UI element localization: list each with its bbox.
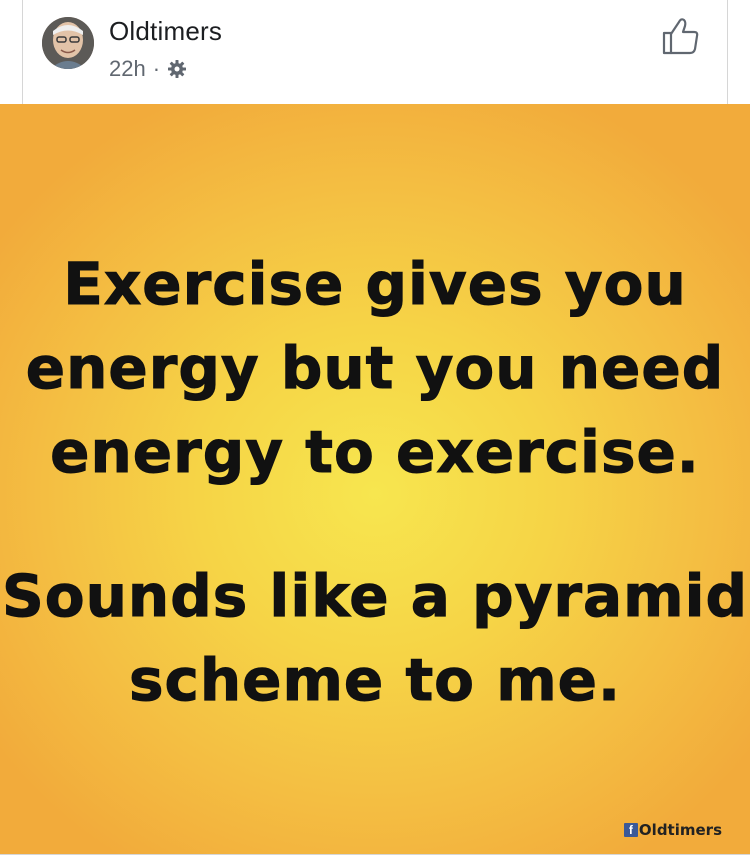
post-image[interactable]: Exercise gives you energy but you need e… — [0, 104, 750, 854]
post-card: Oldtimers 22h · Exercise gives you energ… — [0, 0, 750, 863]
gear-icon — [167, 59, 187, 79]
thumbs-up-icon — [662, 18, 699, 55]
quote-line: energy to exercise. — [50, 418, 700, 487]
quote-block-primary: Exercise gives you energy but you need e… — [0, 242, 750, 494]
quote-block-punchline: Sounds like a pyramid scheme to me. — [0, 554, 750, 722]
quote-line: Exercise gives you — [63, 250, 687, 319]
watermark-text: Oldtimers — [638, 821, 722, 839]
quote-line: Sounds like a pyramid — [2, 562, 748, 631]
like-page-button[interactable] — [660, 16, 702, 56]
post-meta: 22h · — [109, 56, 187, 82]
post-header: Oldtimers 22h · — [0, 0, 750, 104]
facebook-logo-icon: f — [623, 823, 638, 837]
page-name[interactable]: Oldtimers — [109, 16, 222, 47]
avatar-image — [42, 17, 94, 69]
meta-separator: · — [152, 56, 161, 81]
watermark: f Oldtimers — [623, 821, 722, 839]
page-avatar[interactable] — [42, 17, 94, 69]
post-timestamp[interactable]: 22h — [109, 56, 146, 82]
quote-line: energy but you need — [25, 334, 725, 403]
quote-line: scheme to me. — [128, 646, 622, 715]
